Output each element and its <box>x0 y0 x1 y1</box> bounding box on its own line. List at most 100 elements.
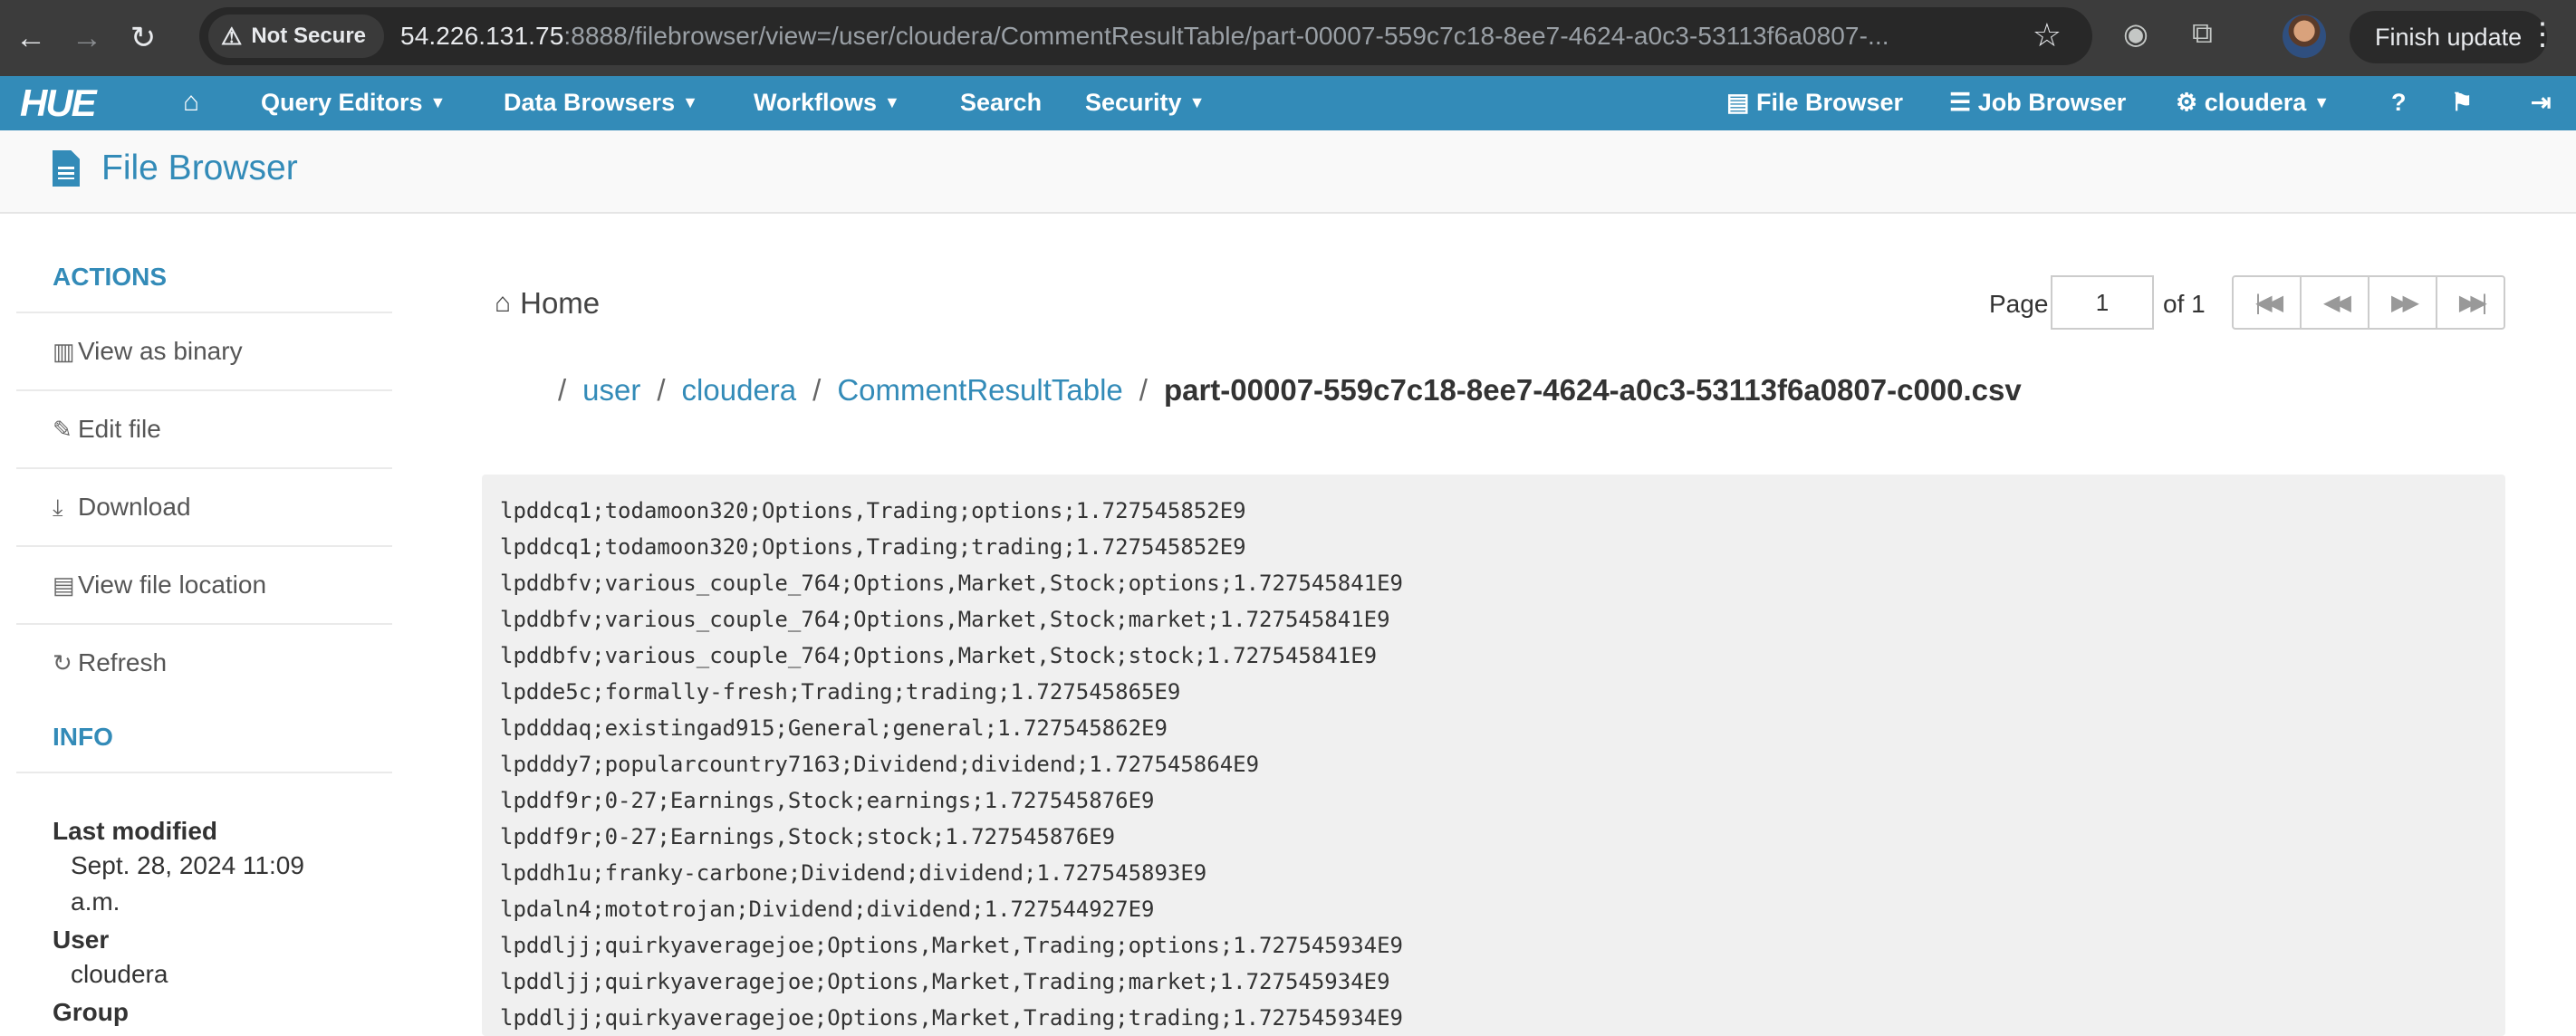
file-line: lpdaln4;mototrojan;Dividend;dividend;1.7… <box>500 897 1155 922</box>
extensions-icon[interactable]: ⧉ <box>2192 16 2213 51</box>
file-content-viewer[interactable]: lpddcq1;todamoon320;Options,Trading;opti… <box>482 475 2505 1036</box>
edit-file-link[interactable]: ✎ Edit file <box>53 415 161 444</box>
file-line: lpddf9r;0-27;Earnings,Stock;earnings;1.7… <box>500 788 1155 813</box>
last-page-icon[interactable]: ▶▶| <box>2437 277 2504 328</box>
security-chip[interactable]: ⚠ Not Secure <box>208 14 385 58</box>
chevron-down-icon: ▼ <box>1188 93 1206 111</box>
nav-job-browser[interactable]: ☰ Job Browser <box>1949 89 2126 117</box>
last-modified-label: Last modified <box>53 817 218 845</box>
nav-query-editors[interactable]: Query Editors ▼ <box>261 89 446 117</box>
profile-avatar[interactable] <box>2283 14 2326 58</box>
previous-page-icon[interactable]: ◀◀ <box>2302 277 2369 328</box>
view-file-location-link[interactable]: ▤ View file location <box>53 571 266 600</box>
home-icon[interactable]: ⌂ <box>183 87 199 118</box>
logout-icon[interactable]: ⇥ <box>2531 89 2552 117</box>
file-line: lpddbfv;various_couple_764;Options,Marke… <box>500 571 1403 596</box>
nav-workflows-label: Workflows <box>754 89 878 116</box>
warning-icon: ⚠ <box>221 22 243 50</box>
finish-update-button[interactable]: Finish update <box>2350 11 2548 63</box>
nav-user-label: cloudera <box>2204 89 2307 116</box>
first-page-icon[interactable]: |◀◀ <box>2234 277 2302 328</box>
download-link[interactable]: ⤓ Download <box>53 493 191 523</box>
file-line: lpddf9r;0-27;Earnings,Stock;stock;1.7275… <box>500 824 1116 849</box>
breadcrumb-commentresulttable[interactable]: CommentResultTable <box>837 373 1122 407</box>
file-line: lpddcq1;todamoon320;Options,Trading;trad… <box>500 534 1246 560</box>
url-text[interactable]: 54.226.131.75:8888/filebrowser/view=/use… <box>400 22 1889 51</box>
nav-job-browser-label: Job Browser <box>1977 89 2127 116</box>
path-separator: / <box>558 373 567 407</box>
chevron-down-icon: ▼ <box>2313 93 2331 111</box>
security-label: Not Secure <box>251 24 367 48</box>
divider <box>16 772 392 773</box>
pagination-controls: |◀◀ ◀◀ ▶▶ ▶▶| <box>2232 275 2505 330</box>
file-line: lpddcq1;todamoon320;Options,Trading;opti… <box>500 498 1246 523</box>
page-title: File Browser <box>53 149 298 188</box>
nav-search[interactable]: Search <box>960 89 1042 117</box>
action-label: Edit file <box>78 415 161 443</box>
page-total-label: of 1 <box>2163 290 2206 318</box>
nav-user-menu[interactable]: ⚙ cloudera ▼ <box>2176 89 2330 117</box>
forward-icon[interactable]: → <box>62 13 112 63</box>
file-line: lpddljj;quirkyaveragejoe;Options,Market,… <box>500 1005 1403 1031</box>
page-label: Page <box>1989 290 2049 318</box>
action-label: Refresh <box>78 648 168 676</box>
address-bar[interactable]: ⚠ Not Secure 54.226.131.75:8888/filebrow… <box>199 7 2092 65</box>
group-label: Group <box>53 998 129 1026</box>
file-line: lpddbfv;various_couple_764;Options,Marke… <box>500 607 1390 632</box>
hue-navbar: HUE ⌂ Query Editors ▼ Data Browsers ▼ Work… <box>0 76 2576 130</box>
nav-security[interactable]: Security ▼ <box>1085 89 1205 117</box>
action-label: View as binary <box>78 337 243 365</box>
file-line: lpddljj;quirkyaveragejoe;Options,Market,… <box>500 933 1403 958</box>
divider <box>16 545 392 547</box>
divider <box>16 623 392 625</box>
file-text-icon: ▤ <box>53 571 75 599</box>
path-separator: / <box>1139 373 1148 407</box>
hue-logo[interactable]: HUE <box>20 82 97 125</box>
nav-workflows[interactable]: Workflows ▼ <box>754 89 900 117</box>
chevron-down-icon: ▼ <box>682 93 698 111</box>
breadcrumb-cloudera[interactable]: cloudera <box>682 373 797 407</box>
list-icon: ☰ <box>1949 89 1978 116</box>
nav-file-browser-label: File Browser <box>1756 89 1904 116</box>
breadcrumb-user[interactable]: user <box>582 373 640 407</box>
url-host: 54.226.131.75 <box>400 22 564 50</box>
info-heading: INFO <box>53 723 113 751</box>
file-lines: lpddcq1;todamoon320;Options,Trading;opti… <box>500 493 1403 1036</box>
file-line: lpddbfv;various_couple_764;Options,Marke… <box>500 643 1378 668</box>
home-icon: ⌂ <box>495 288 512 318</box>
file-line: lpdddaq;existingad915;General;general;1.… <box>500 715 1168 741</box>
file-line: lpddljj;quirkyaveragejoe;Options,Market,… <box>500 969 1390 994</box>
back-icon[interactable]: ← <box>5 13 56 63</box>
divider <box>16 467 392 469</box>
nav-query-editors-label: Query Editors <box>261 89 423 116</box>
action-label: View file location <box>78 571 267 599</box>
refresh-link[interactable]: ↻ Refresh <box>53 648 167 677</box>
reload-icon[interactable]: ↻ <box>118 13 168 63</box>
refresh-icon: ↻ <box>53 649 72 676</box>
next-page-icon[interactable]: ▶▶ <box>2369 277 2437 328</box>
user-value: cloudera <box>71 960 168 988</box>
path-separator: / <box>812 373 822 407</box>
gears-icon: ⚙ <box>2176 89 2205 116</box>
view-as-binary-link[interactable]: ▥ View as binary <box>53 337 243 366</box>
download-icon: ⤓ <box>53 494 63 521</box>
home-label: Home <box>520 286 601 320</box>
camera-icon[interactable]: ◉ <box>2123 16 2148 51</box>
nav-data-browsers[interactable]: Data Browsers ▼ <box>504 89 698 117</box>
more-menu-icon[interactable]: ⋮ <box>2527 16 2558 53</box>
bookmark-star-icon[interactable]: ☆ <box>2033 16 2062 54</box>
pencil-icon: ✎ <box>53 416 72 443</box>
file-line: lpddh1u;franky-carbone;Dividend;dividend… <box>500 860 1207 886</box>
nav-data-browsers-label: Data Browsers <box>504 89 676 116</box>
action-label: Download <box>78 493 191 521</box>
divider <box>16 389 392 391</box>
actions-heading: ACTIONS <box>53 263 167 291</box>
user-label: User <box>53 926 110 954</box>
breadcrumb: / user / cloudera / CommentResultTable / part-0… <box>542 373 2022 408</box>
page-number-input[interactable] <box>2051 275 2154 330</box>
flag-icon[interactable]: ⚑ <box>2451 89 2473 117</box>
help-icon[interactable]: ? <box>2391 89 2407 117</box>
home-link[interactable]: ⌂ Home <box>495 286 600 321</box>
chevron-down-icon: ▼ <box>429 93 447 111</box>
nav-file-browser[interactable]: ▤ File Browser <box>1726 89 1903 117</box>
